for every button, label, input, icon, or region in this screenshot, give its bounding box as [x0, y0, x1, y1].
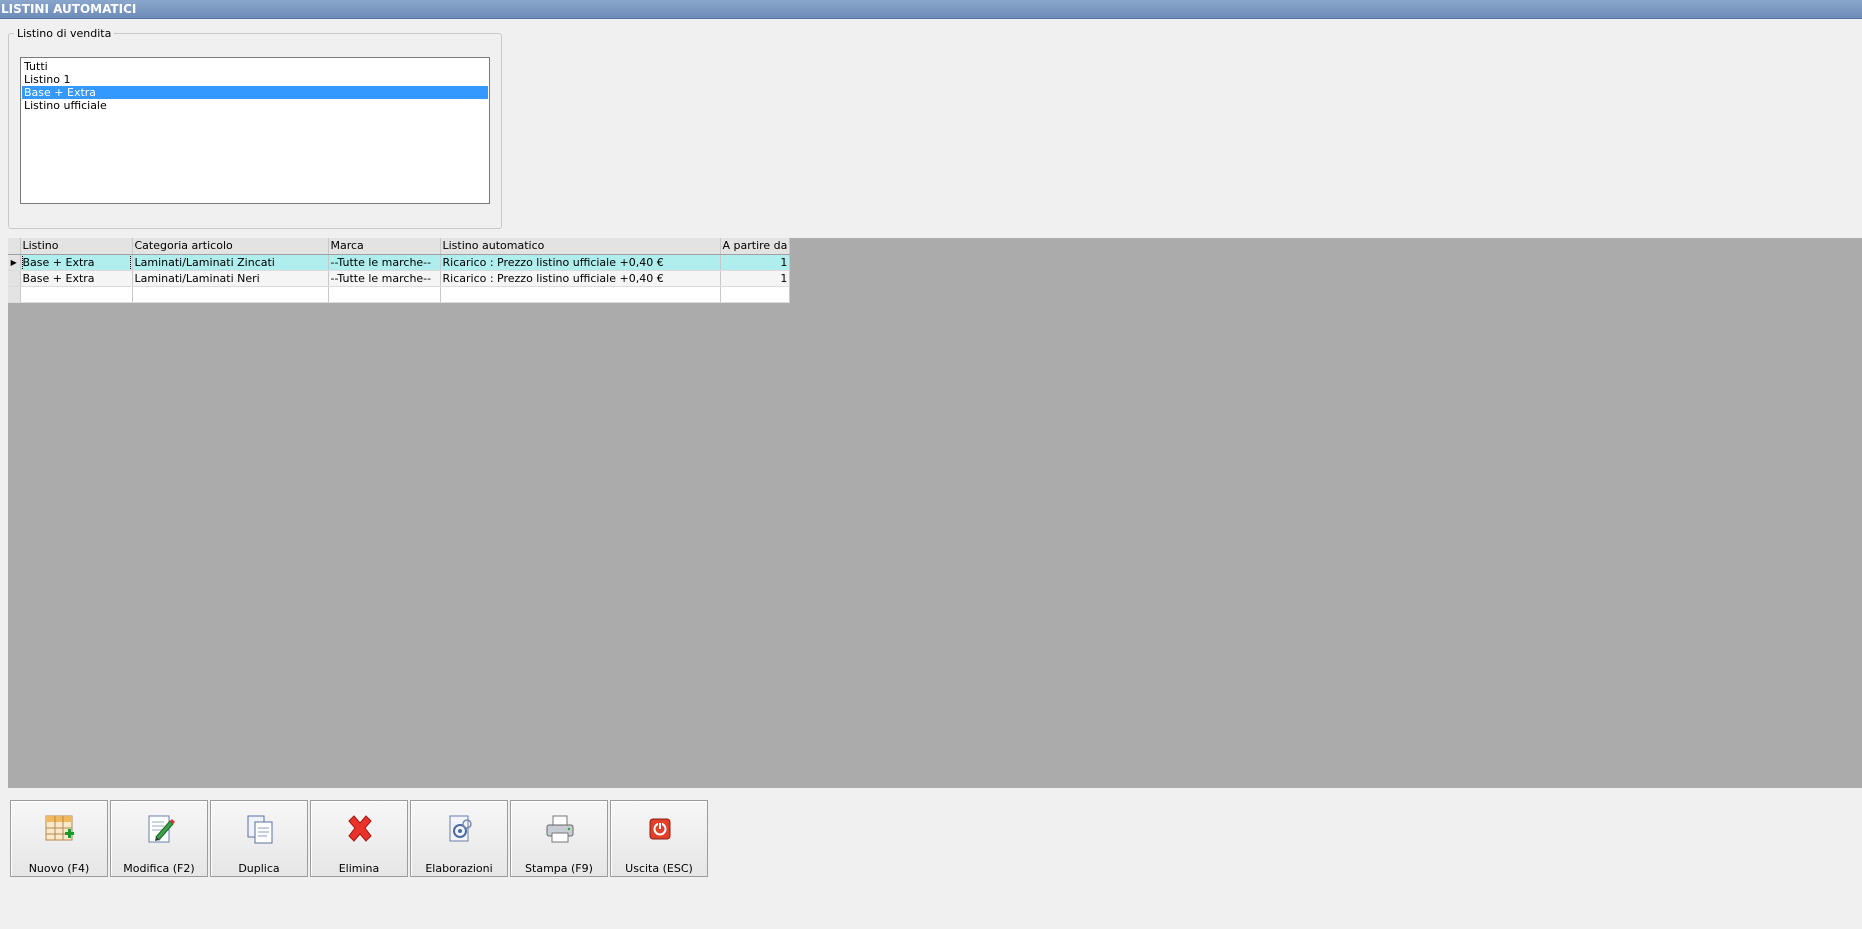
row-header[interactable] — [8, 286, 21, 303]
window-title: LISTINI AUTOMATICI — [0, 0, 1862, 19]
delete-x-icon — [348, 815, 372, 842]
modifica-button-label: Modifica (F2) — [123, 862, 195, 875]
table-cell[interactable]: Laminati/Laminati Zincati — [132, 254, 329, 271]
row-header[interactable] — [8, 270, 21, 287]
edit-document-icon — [148, 815, 175, 843]
grid-corner — [8, 238, 21, 255]
table-cell[interactable] — [440, 286, 721, 303]
table-cell[interactable]: Laminati/Laminati Neri — [132, 270, 329, 287]
table-cell[interactable]: Ricarico : Prezzo listino ufficiale +0,4… — [440, 270, 721, 287]
listbox-item-tutti[interactable]: Tutti — [22, 60, 488, 73]
current-row-indicator: ▶ — [8, 254, 21, 271]
uscita-button-label: Uscita (ESC) — [625, 862, 693, 875]
table-cell[interactable]: Base + Extra — [20, 254, 133, 271]
elimina-button[interactable]: Elimina — [310, 800, 408, 877]
uscita-button[interactable]: Uscita (ESC) — [610, 800, 708, 877]
new-row[interactable] — [8, 286, 791, 303]
duplica-button-label: Duplica — [238, 862, 280, 875]
copy-documents-icon — [247, 815, 273, 844]
table-cell[interactable]: Ricarico : Prezzo listino ufficiale +0,4… — [440, 254, 721, 271]
table-cell[interactable]: --Tutte le marche-- — [328, 270, 441, 287]
listbox-item-listino-1[interactable]: Listino 1 — [22, 73, 488, 86]
listbox-item-base-extra[interactable]: Base + Extra — [22, 86, 488, 99]
listbox-item-listino-ufficiale[interactable]: Listino ufficiale — [22, 99, 488, 112]
exit-power-icon — [649, 818, 671, 840]
printer-icon — [546, 815, 574, 843]
stampa-button-label: Stampa (F9) — [525, 862, 593, 875]
table-cell[interactable] — [132, 286, 329, 303]
nuovo-button[interactable]: Nuovo (F4) — [10, 800, 108, 877]
table-row[interactable]: Base + Extra Laminati/Laminati Neri --Tu… — [8, 270, 791, 287]
table-cell[interactable] — [20, 286, 133, 303]
table-cell[interactable]: 1 — [720, 254, 791, 271]
table-cell[interactable]: 1 — [720, 270, 791, 287]
listino-listbox[interactable]: Tutti Listino 1 Base + Extra Listino uff… — [20, 57, 490, 204]
column-header-a-partire-da[interactable]: A partire da — [720, 238, 791, 255]
table-cell[interactable]: --Tutte le marche-- — [328, 254, 441, 271]
stampa-button[interactable]: Stampa (F9) — [510, 800, 608, 877]
data-grid[interactable]: Listino Categoria articolo Marca Listino… — [8, 238, 791, 303]
column-header-marca[interactable]: Marca — [328, 238, 441, 255]
listino-group-label: Listino di vendita — [14, 27, 115, 41]
table-cell[interactable] — [720, 286, 791, 303]
grid-add-icon — [45, 815, 74, 841]
table-cell[interactable] — [328, 286, 441, 303]
nuovo-button-label: Nuovo (F4) — [28, 862, 90, 875]
table-cell[interactable]: Base + Extra — [20, 270, 133, 287]
cell-text: Base + Extra — [21, 254, 131, 269]
elaborazioni-button[interactable]: Elaborazioni — [410, 800, 508, 877]
grid-header-row: Listino Categoria articolo Marca Listino… — [8, 238, 791, 255]
modifica-button[interactable]: Modifica (F2) — [110, 800, 208, 877]
column-header-categoria[interactable]: Categoria articolo — [132, 238, 329, 255]
duplica-button[interactable]: Duplica — [210, 800, 308, 877]
column-header-listino[interactable]: Listino — [20, 238, 133, 255]
table-row[interactable]: ▶ Base + Extra Laminati/Laminati Zincati… — [8, 254, 791, 271]
column-header-listino-automatico[interactable]: Listino automatico — [440, 238, 721, 255]
process-gears-icon — [449, 815, 472, 842]
elimina-button-label: Elimina — [338, 862, 380, 875]
data-grid-area[interactable]: Listino Categoria articolo Marca Listino… — [8, 238, 1862, 788]
elaborazioni-button-label: Elaborazioni — [425, 862, 493, 875]
